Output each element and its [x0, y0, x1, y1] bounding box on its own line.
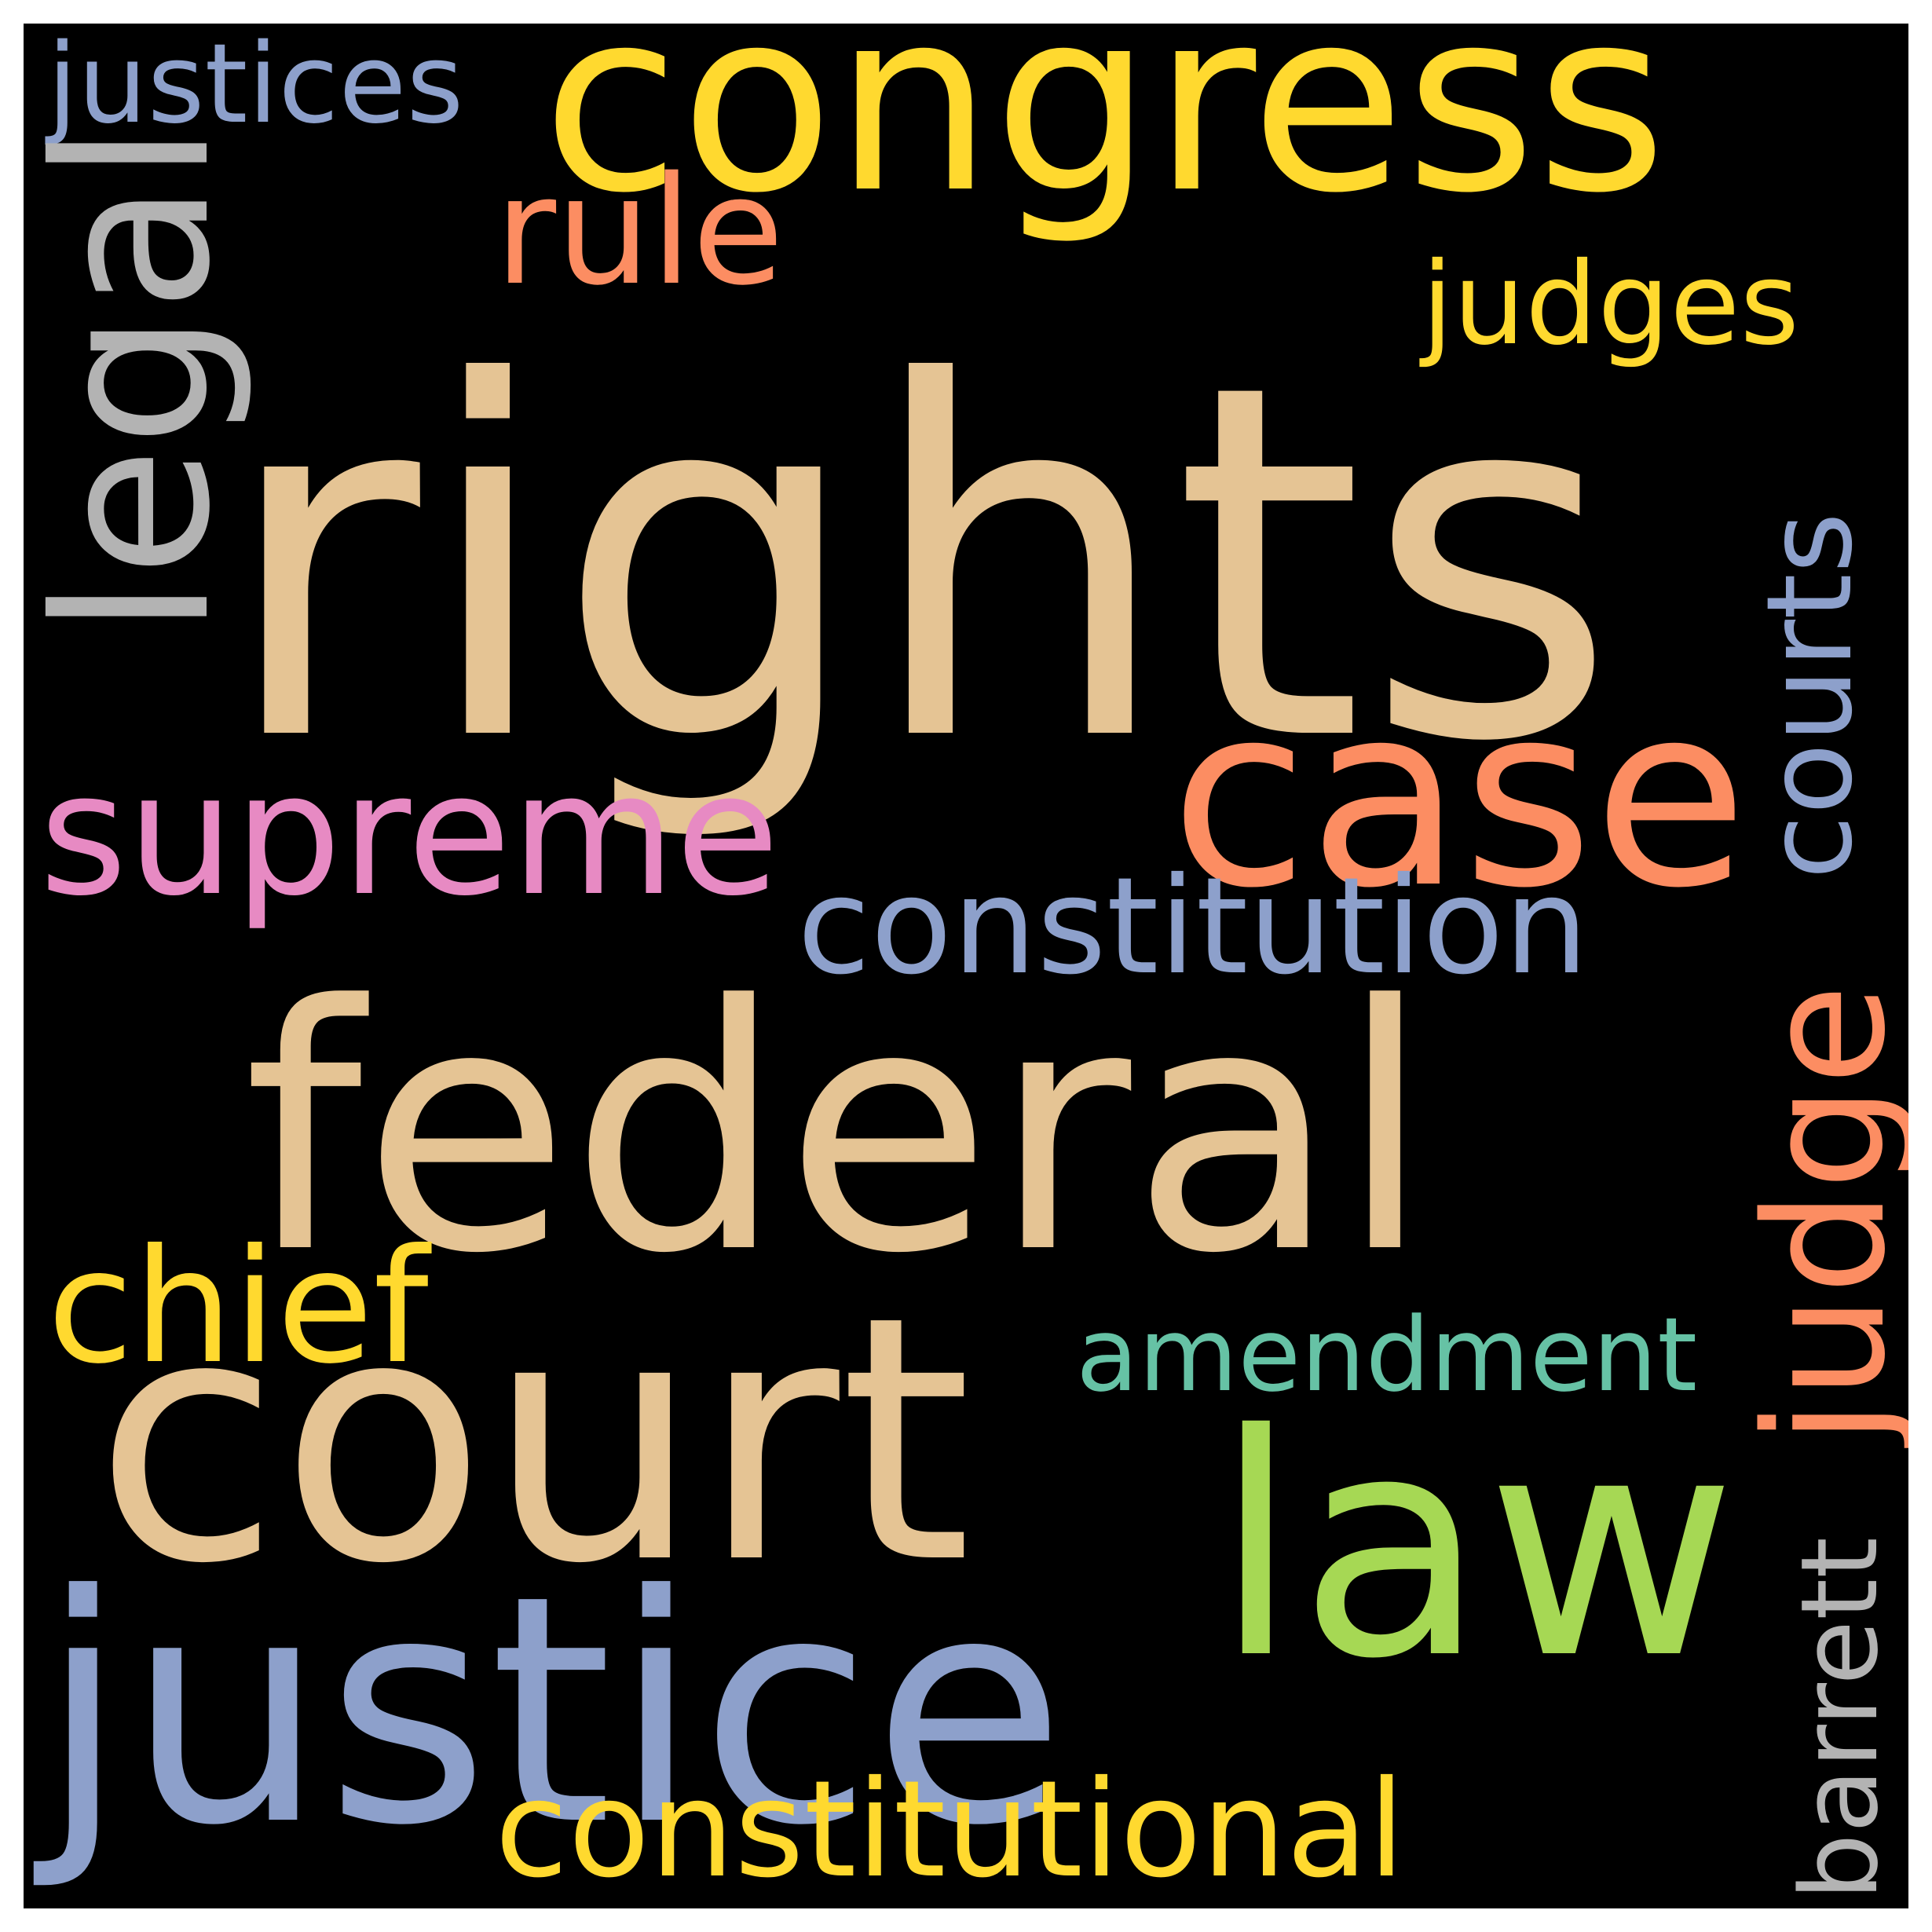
word-rule: rule — [495, 145, 785, 318]
word-legal: legal — [24, 123, 257, 636]
word-judges: judges — [1422, 238, 1800, 371]
word-supreme: supreme — [39, 736, 780, 933]
word-law: law — [1213, 1369, 1737, 1725]
word-judge: judge — [1729, 983, 1908, 1445]
word-barrett: barrett — [1778, 1536, 1901, 1901]
word-constitutional: constitutional — [495, 1752, 1406, 1908]
word-courts: courts — [1742, 512, 1879, 880]
word-cloud: rights congress justices rule judges leg… — [24, 24, 1908, 1908]
